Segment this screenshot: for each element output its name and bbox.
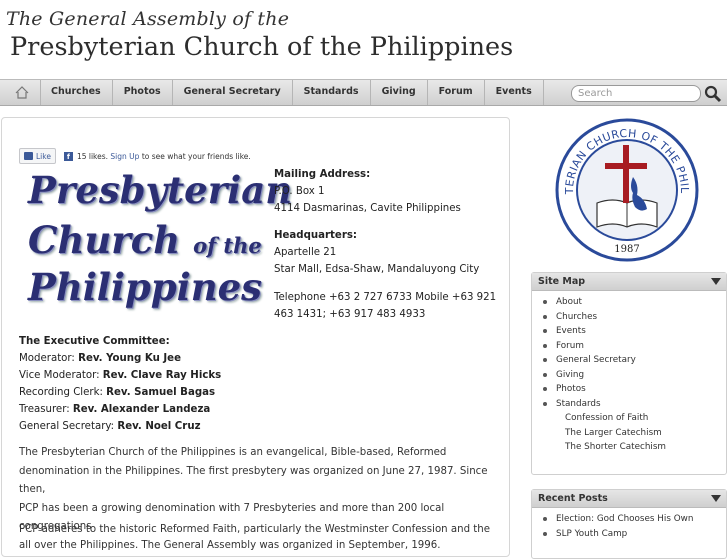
nav-general-secretary[interactable]: General Secretary (173, 80, 293, 105)
recent-post-item[interactable]: Election: God Chooses His Own (532, 512, 726, 527)
mailing-heading: Mailing Address: (274, 169, 371, 180)
sitemap-widget: Site Map About Churches Events Forum Gen… (531, 272, 727, 475)
recent-posts-widget: Recent Posts Election: God Chooses His O… (531, 489, 727, 559)
nav-home[interactable] (4, 80, 41, 105)
home-icon (15, 86, 29, 99)
hq-line-1: Apartelle 21 (274, 247, 337, 258)
contact-info: Mailing Address: P.O. Box 1 4114 Dasmari… (274, 166, 504, 323)
sitemap-sub-larger-catechism[interactable]: The Larger Catechism (532, 426, 726, 441)
header-subtitle: The General Assembly of the (6, 8, 290, 30)
sitemap-sub-confession[interactable]: Confession of Faith (532, 411, 726, 426)
site-header: The General Assembly of the Presbyterian… (0, 0, 727, 78)
nav-forum[interactable]: Forum (428, 80, 485, 105)
logo-line-3: Philippines (28, 265, 262, 309)
sitemap-sub-shorter-catechism[interactable]: The Shorter Catechism (532, 440, 726, 455)
logo-line-2b: of the (193, 233, 262, 258)
nav-standards[interactable]: Standards (293, 80, 371, 105)
nav-events[interactable]: Events (485, 80, 544, 105)
exec-heading: The Executive Committee: (19, 336, 170, 347)
seal-year: 1987 (614, 244, 639, 255)
logo-line-2a: Church (28, 218, 181, 262)
thumbs-up-icon (24, 152, 33, 160)
logo-line-1: Presbyterian (28, 168, 293, 212)
mailing-line-2: 4114 Dasmarinas, Cavite Philippines (274, 203, 461, 214)
collapse-arrow-icon[interactable] (711, 278, 721, 285)
magnifier-icon[interactable] (704, 85, 722, 103)
facebook-like-widget: Like f 15 likes. Sign Up to see what you… (19, 148, 251, 164)
pcp-logo-text: Presbyterian Church of the Philippines (28, 168, 292, 309)
hq-heading: Headquarters: (274, 230, 357, 241)
signup-suffix: to see what your friends like. (141, 151, 251, 161)
exec-row: Recording Clerk: Rev. Samuel Bagas (19, 387, 216, 398)
mailing-line-1: P.O. Box 1 (274, 186, 325, 197)
exec-row: Treasurer: Rev. Alexander Landeza (19, 404, 211, 415)
sitemap-item-photos[interactable]: Photos (532, 382, 726, 397)
sitemap-item-churches[interactable]: Churches (532, 310, 726, 325)
exec-row: General Secretary: Rev. Noel Cruz (19, 421, 201, 432)
collapse-arrow-icon[interactable] (711, 495, 721, 502)
like-count: 15 likes. (76, 151, 109, 161)
church-seal-logo: PRESBYTERIAN CHURCH OF THE PHILIPPINES 1… (553, 117, 699, 262)
sitemap-item-events[interactable]: Events (532, 324, 726, 339)
facebook-icon: f (63, 151, 73, 161)
like-label: Like (36, 151, 51, 161)
facebook-like-button[interactable]: Like (19, 148, 56, 164)
exec-row: Moderator: Rev. Young Ku Jee (19, 353, 181, 364)
exec-row: Vice Moderator: Rev. Clave Ray Hicks (19, 370, 222, 381)
sitemap-item-standards[interactable]: Standards (532, 397, 726, 412)
intro-paragraph-2: PCP adheres to the historic Reformed Fai… (19, 524, 490, 535)
recent-posts-header[interactable]: Recent Posts (532, 490, 726, 508)
nav-photos[interactable]: Photos (113, 80, 173, 105)
header-title[interactable]: Presbyterian Church of the Philippines (10, 32, 513, 62)
nav-churches[interactable]: Churches (40, 80, 113, 105)
phone-line-1: Telephone +63 2 727 6733 Mobile +63 921 (274, 292, 497, 303)
recent-post-item[interactable]: SLP Youth Camp (532, 527, 726, 542)
executive-committee: The Executive Committee: Moderator: Rev.… (19, 333, 319, 435)
nav-giving[interactable]: Giving (371, 80, 428, 105)
sitemap-item-about[interactable]: About (532, 295, 726, 310)
sitemap-header[interactable]: Site Map (532, 273, 726, 291)
sitemap-item-general-secretary[interactable]: General Secretary (532, 353, 726, 368)
search-input[interactable]: Search (571, 85, 701, 102)
signup-link[interactable]: Sign Up (110, 152, 139, 161)
hq-line-2: Star Mall, Edsa-Shaw, Mandaluyong City (274, 264, 480, 275)
sitemap-item-giving[interactable]: Giving (532, 368, 726, 383)
phone-line-2: 463 1431; +63 917 483 4933 (274, 309, 426, 320)
sitemap-item-forum[interactable]: Forum (532, 339, 726, 354)
